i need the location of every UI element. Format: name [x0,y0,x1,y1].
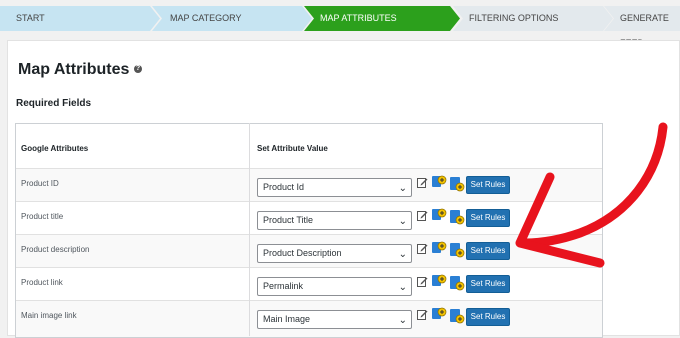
step-map-attributes[interactable]: MAP ATTRIBUTES [304,6,460,31]
edit-icon[interactable] [417,210,428,221]
attribute-label: Main image link [21,311,77,320]
attribute-label: Product description [21,245,90,254]
attribute-value-select[interactable]: Product Id ⌄ [257,178,412,197]
step-map-attributes-label: MAP ATTRIBUTES [320,13,397,23]
wizard-steps: START MAP CATEGORY MAP ATTRIBUTES FILTER… [0,6,680,48]
step-start[interactable]: START [0,6,160,31]
step-filtering-options-label: FILTERING OPTIONS [469,13,559,23]
add-condition-icon[interactable] [431,207,447,223]
select-value: Permalink [263,281,304,291]
chevron-down-icon: ⌄ [398,315,407,326]
section-title: Required Fields [16,98,92,109]
chevron-down-icon: ⌄ [398,249,407,260]
table-row: Main image link Main Image ⌄ Set Rules [16,300,602,337]
add-condition-icon[interactable] [431,240,447,256]
chevron-down-icon: ⌄ [398,216,407,227]
edit-icon[interactable] [417,177,428,188]
add-condition-icon[interactable] [431,306,447,322]
add-value-icon[interactable] [449,308,465,324]
add-condition-icon[interactable] [431,273,447,289]
select-value: Product Title [263,215,314,225]
attribute-value-select[interactable]: Main Image ⌄ [257,310,412,329]
chevron-down-icon: ⌄ [398,183,407,194]
step-filtering-options[interactable]: FILTERING OPTIONS [453,6,613,31]
edit-icon[interactable] [417,276,428,287]
step-start-label: START [16,13,45,23]
attribute-label: Product link [21,278,63,287]
attribute-value-select[interactable]: Product Title ⌄ [257,211,412,230]
add-value-icon[interactable] [449,242,465,258]
attribute-label: Product title [21,212,64,221]
help-icon[interactable]: ? [134,65,142,73]
attribute-value-select[interactable]: Product Description ⌄ [257,244,412,263]
select-value: Product Id [263,182,305,192]
step-map-category[interactable]: MAP CATEGORY [152,6,312,31]
select-value: Main Image [263,314,311,324]
step-generate-feed[interactable]: GENERATE FEED [604,6,680,48]
annotation-arrow-icon [515,122,668,268]
add-condition-icon[interactable] [431,174,447,190]
attribute-value-select[interactable]: Permalink ⌄ [257,277,412,296]
add-value-icon[interactable] [449,275,465,291]
add-value-icon[interactable] [449,176,465,192]
add-value-icon[interactable] [449,209,465,225]
page-title: Map Attributes [18,61,130,78]
header-set-attribute-value: Set Attribute Value [257,144,328,153]
edit-icon[interactable] [417,309,428,320]
attribute-label: Product ID [21,179,59,188]
set-rules-button[interactable]: Set Rules [466,308,510,326]
chevron-down-icon: ⌄ [398,282,407,293]
edit-icon[interactable] [417,243,428,254]
set-rules-button[interactable]: Set Rules [466,275,510,293]
header-google-attributes: Google Attributes [21,144,89,153]
column-divider [249,123,250,336]
step-map-category-label: MAP CATEGORY [170,13,242,23]
select-value: Product Description [263,248,342,258]
